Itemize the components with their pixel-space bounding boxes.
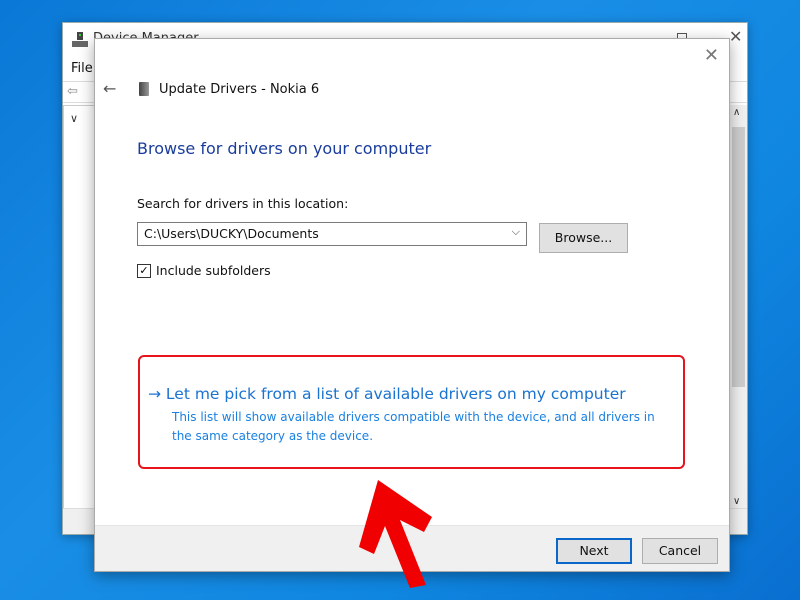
cancel-button[interactable]: Cancel: [642, 538, 718, 564]
arrow-right-icon: →: [148, 385, 166, 403]
dialog-title: Update Drivers - Nokia 6: [159, 82, 320, 97]
page-title: Browse for drivers on your computer: [137, 139, 432, 158]
scroll-thumb[interactable]: [732, 127, 745, 387]
browse-button[interactable]: Browse...: [539, 223, 628, 253]
include-subfolders-checkbox[interactable]: ✓: [137, 264, 151, 278]
pick-from-list-option[interactable]: → Let me pick from a list of available d…: [138, 355, 685, 469]
back-arrow-icon[interactable]: ←: [103, 79, 116, 98]
chevron-down-icon[interactable]: ∨: [70, 112, 78, 125]
path-value[interactable]: C:\Users\DUCKY\Documents: [144, 226, 319, 241]
menu-file[interactable]: File: [71, 61, 93, 76]
scrollbar[interactable]: ∧ ∨: [730, 105, 747, 509]
pick-option-title[interactable]: Let me pick from a list of available dri…: [166, 385, 626, 403]
search-location-label: Search for drivers in this location:: [137, 196, 349, 211]
close-icon[interactable]: ✕: [704, 45, 719, 66]
back-arrow-icon[interactable]: ⇦: [67, 84, 78, 99]
close-icon[interactable]: ✕: [729, 27, 742, 46]
red-pointer-arrow-icon: [359, 480, 432, 588]
include-subfolders-label[interactable]: Include subfolders: [156, 263, 271, 278]
device-manager-icon: [72, 32, 88, 47]
chevron-down-icon[interactable]: ⌵: [512, 225, 520, 239]
next-button[interactable]: Next: [556, 538, 632, 564]
path-combobox[interactable]: C:\Users\DUCKY\Documents ⌵: [137, 222, 527, 246]
pick-option-description: This list will show available drivers co…: [172, 410, 655, 443]
driver-icon: [139, 82, 149, 96]
scroll-up-icon[interactable]: ∧: [733, 107, 740, 118]
scroll-down-icon[interactable]: ∨: [733, 496, 740, 507]
